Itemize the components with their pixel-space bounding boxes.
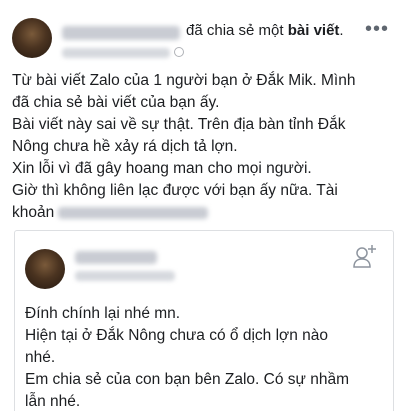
shared-post-line: nhé.	[25, 349, 56, 366]
shared-author-avatar[interactable]	[25, 249, 65, 289]
share-action-text: đã chia sẻ một	[186, 22, 284, 39]
blurred-text	[58, 206, 209, 219]
shared-post-line: Đính chính lại nhé mn.	[25, 305, 181, 322]
shared-post-line: Hiện tại ở Đắk Nông chưa có ổ dịch lợn n…	[25, 327, 328, 344]
post-line: Nông chưa hề xảy rá dịch tả lợn.	[12, 138, 238, 155]
shared-post-body: Đính chính lại nhé mn. Hiện tại ở Đắk Nô…	[25, 303, 385, 413]
shared-post-line: Em chia sẻ của con bạn bên Zalo. Có sự n…	[25, 371, 349, 388]
shared-author-name-blurred[interactable]	[75, 251, 157, 264]
more-options-icon[interactable]: •••	[365, 19, 389, 39]
post-line: Xin lỗi vì đã gây hoang man cho mọi ngườ…	[12, 160, 312, 177]
post-timestamp-blurred[interactable]	[62, 48, 170, 58]
post-line-last: khoản	[12, 202, 392, 224]
shared-post-timestamp-blurred[interactable]	[75, 271, 175, 281]
post-line-text: khoản	[12, 204, 55, 221]
post-header: đã chia sẻ một bài viết. •••	[12, 18, 390, 62]
shared-post-card[interactable]: Đính chính lại nhé mn. Hiện tại ở Đắk Nô…	[14, 230, 394, 411]
author-name-blurred[interactable]	[62, 26, 180, 40]
facebook-post: đã chia sẻ một bài viết. ••• Từ bài viết…	[0, 0, 400, 411]
add-friend-icon[interactable]	[353, 243, 377, 269]
shared-post-link[interactable]: bài viết	[288, 22, 340, 39]
post-line: đã chia sẻ bài viết của bạn ấy.	[12, 94, 220, 111]
post-line: Bài viết này sai về sự thật. Trên địa bà…	[12, 116, 346, 133]
post-line: Giờ thì không liên lạc được với bạn ấy n…	[12, 182, 338, 199]
share-description: đã chia sẻ một bài viết.	[186, 22, 344, 39]
post-line: Từ bài viết Zalo của 1 người bạn ở Đắk M…	[12, 72, 356, 89]
share-suffix: .	[339, 22, 344, 39]
shared-post-line: lẫn nhé.	[25, 393, 81, 410]
post-body: Từ bài viết Zalo của 1 người bạn ở Đắk M…	[12, 70, 392, 224]
privacy-globe-icon	[174, 47, 184, 57]
author-avatar[interactable]	[12, 18, 52, 58]
